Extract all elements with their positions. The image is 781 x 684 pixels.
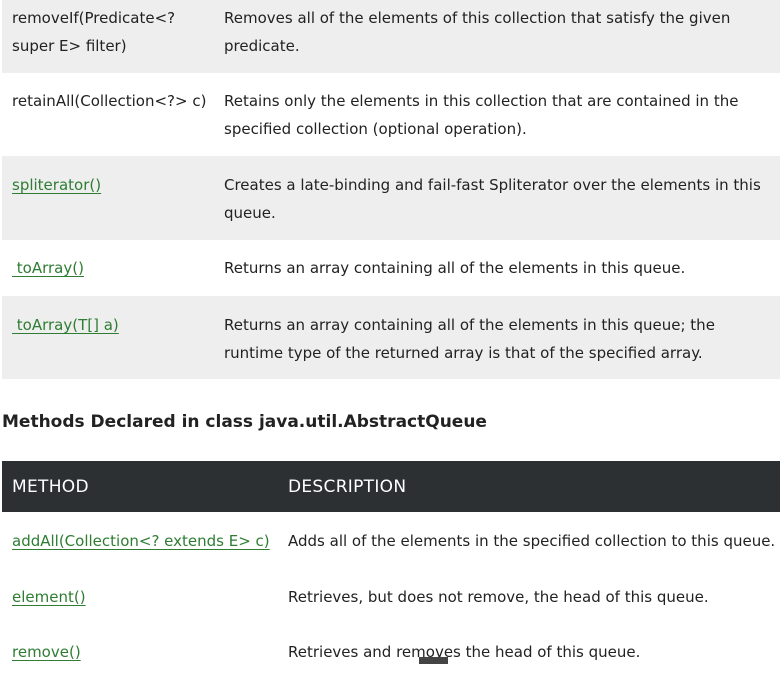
method-cell: toArray(): [2, 254, 224, 296]
method-cell: addAll(Collection<? extends E> c): [2, 527, 288, 568]
table-row: element() Retrieves, but does not remove…: [2, 568, 780, 624]
toarray-link[interactable]: toArray(): [12, 259, 84, 277]
table-row: addAll(Collection<? extends E> c) Adds a…: [2, 512, 780, 568]
method-name: retainAll(Collection<?> c): [12, 92, 207, 110]
remove-link[interactable]: remove(): [12, 643, 81, 661]
method-cell: toArray(T[] a): [2, 311, 224, 379]
table-row: toArray(T[] a) Returns an array containi…: [2, 296, 780, 379]
method-description: Retrieves, but does not remove, the head…: [288, 588, 709, 606]
method-description: Returns an array containing all of the e…: [224, 316, 715, 362]
method-description: Creates a late-binding and fail-fast Spl…: [224, 176, 761, 222]
method-cell: element(): [2, 583, 288, 624]
method-description: Retains only the elements in this collec…: [224, 92, 739, 138]
table-row: removeIf(Predicate<? super E> filter) Re…: [2, 0, 780, 73]
method-cell: remove(): [2, 638, 288, 684]
table-row: remove() Retrieves and removes the head …: [2, 624, 780, 684]
method-description: Adds all of the elements in the specifie…: [288, 532, 776, 550]
method-description: Returns an array containing all of the e…: [224, 259, 686, 277]
method-cell: spliterator(): [2, 171, 224, 240]
scroll-handle[interactable]: [419, 657, 448, 664]
element-link[interactable]: element(): [12, 588, 86, 606]
method-name: removeIf(Predicate<? super E> filter): [12, 9, 176, 55]
method-description: Retrieves and removes the head of this q…: [288, 643, 641, 661]
table-row: spliterator() Creates a late-binding and…: [2, 156, 780, 240]
methods-table: removeIf(Predicate<? super E> filter) Re…: [2, 0, 780, 379]
method-description: Removes all of the elements of this coll…: [224, 9, 731, 55]
spliterator-link[interactable]: spliterator(): [12, 176, 101, 194]
table-row: toArray() Returns an array containing al…: [2, 240, 780, 296]
table-header: METHOD DESCRIPTION: [2, 461, 780, 512]
method-column-header: METHOD: [12, 476, 89, 497]
description-column-header: DESCRIPTION: [288, 476, 407, 497]
toarray-typed-link[interactable]: toArray(T[] a): [12, 316, 119, 334]
table-row: retainAll(Collection<?> c) Retains only …: [2, 73, 780, 156]
abstract-queue-methods-table: METHOD DESCRIPTION addAll(Collection<? e…: [2, 461, 780, 684]
section-heading: Methods Declared in class java.util.Abst…: [2, 412, 487, 432]
addall-link[interactable]: addAll(Collection<? extends E> c): [12, 532, 270, 550]
